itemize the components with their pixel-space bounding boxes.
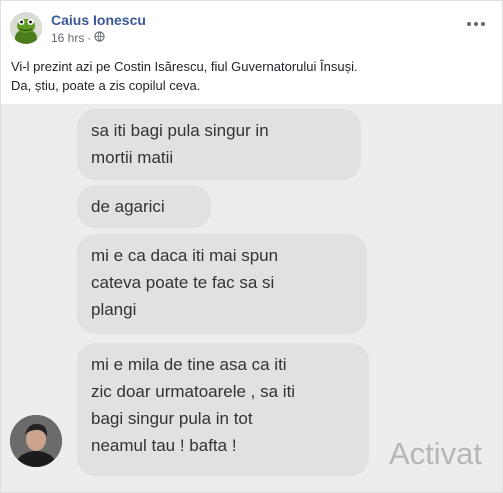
author-name[interactable]: Caius Ionescu bbox=[51, 12, 146, 28]
post-caption: Vi-l prezint azi pe Costin Isărescu, fiu… bbox=[11, 57, 358, 95]
chat-message-bubble: mi e mila de tine asa ca iti zic doar ur… bbox=[77, 343, 369, 476]
message-line: cateva poate te fac sa si bbox=[91, 273, 275, 292]
globe-icon bbox=[94, 31, 105, 45]
facebook-post: Caius Ionescu 16 hrs · Vi-l prezint azi … bbox=[0, 0, 503, 493]
chat-message-bubble: sa iti bagi pula singur in mortii matii bbox=[77, 109, 361, 180]
author-avatar[interactable] bbox=[10, 12, 42, 44]
message-line: zic doar urmatoarele , sa iti bbox=[91, 382, 296, 401]
message-line: plangi bbox=[91, 300, 137, 319]
post-meta: 16 hrs · bbox=[51, 31, 105, 45]
chat-screenshot-image[interactable]: sa iti bagi pula singur in mortii matii … bbox=[1, 104, 502, 492]
sender-avatar bbox=[10, 415, 62, 467]
message-line: neamul tau ! bafta ! bbox=[91, 436, 237, 455]
caption-line: Vi-l prezint azi pe Costin Isărescu, fiu… bbox=[11, 59, 358, 74]
message-line: sa iti bagi pula singur in bbox=[91, 121, 269, 140]
activate-watermark: Activat bbox=[389, 436, 483, 471]
message-line: bagi singur pula in tot bbox=[91, 409, 253, 428]
chat-message-bubble: mi e ca daca iti mai spun cateva poate t… bbox=[77, 234, 367, 334]
chat-message-bubble: de agarici bbox=[77, 185, 211, 228]
more-options-icon[interactable] bbox=[466, 11, 486, 32]
message-line: mi e ca daca iti mai spun bbox=[91, 246, 279, 265]
post-time[interactable]: 16 hrs bbox=[51, 31, 84, 45]
meta-separator: · bbox=[87, 31, 92, 45]
message-line: mi e mila de tine asa ca iti bbox=[91, 355, 287, 374]
message-line: de agarici bbox=[91, 197, 165, 216]
caption-line: Da, știu, poate a zis copilul ceva. bbox=[11, 78, 201, 93]
message-line: mortii matii bbox=[91, 148, 174, 167]
